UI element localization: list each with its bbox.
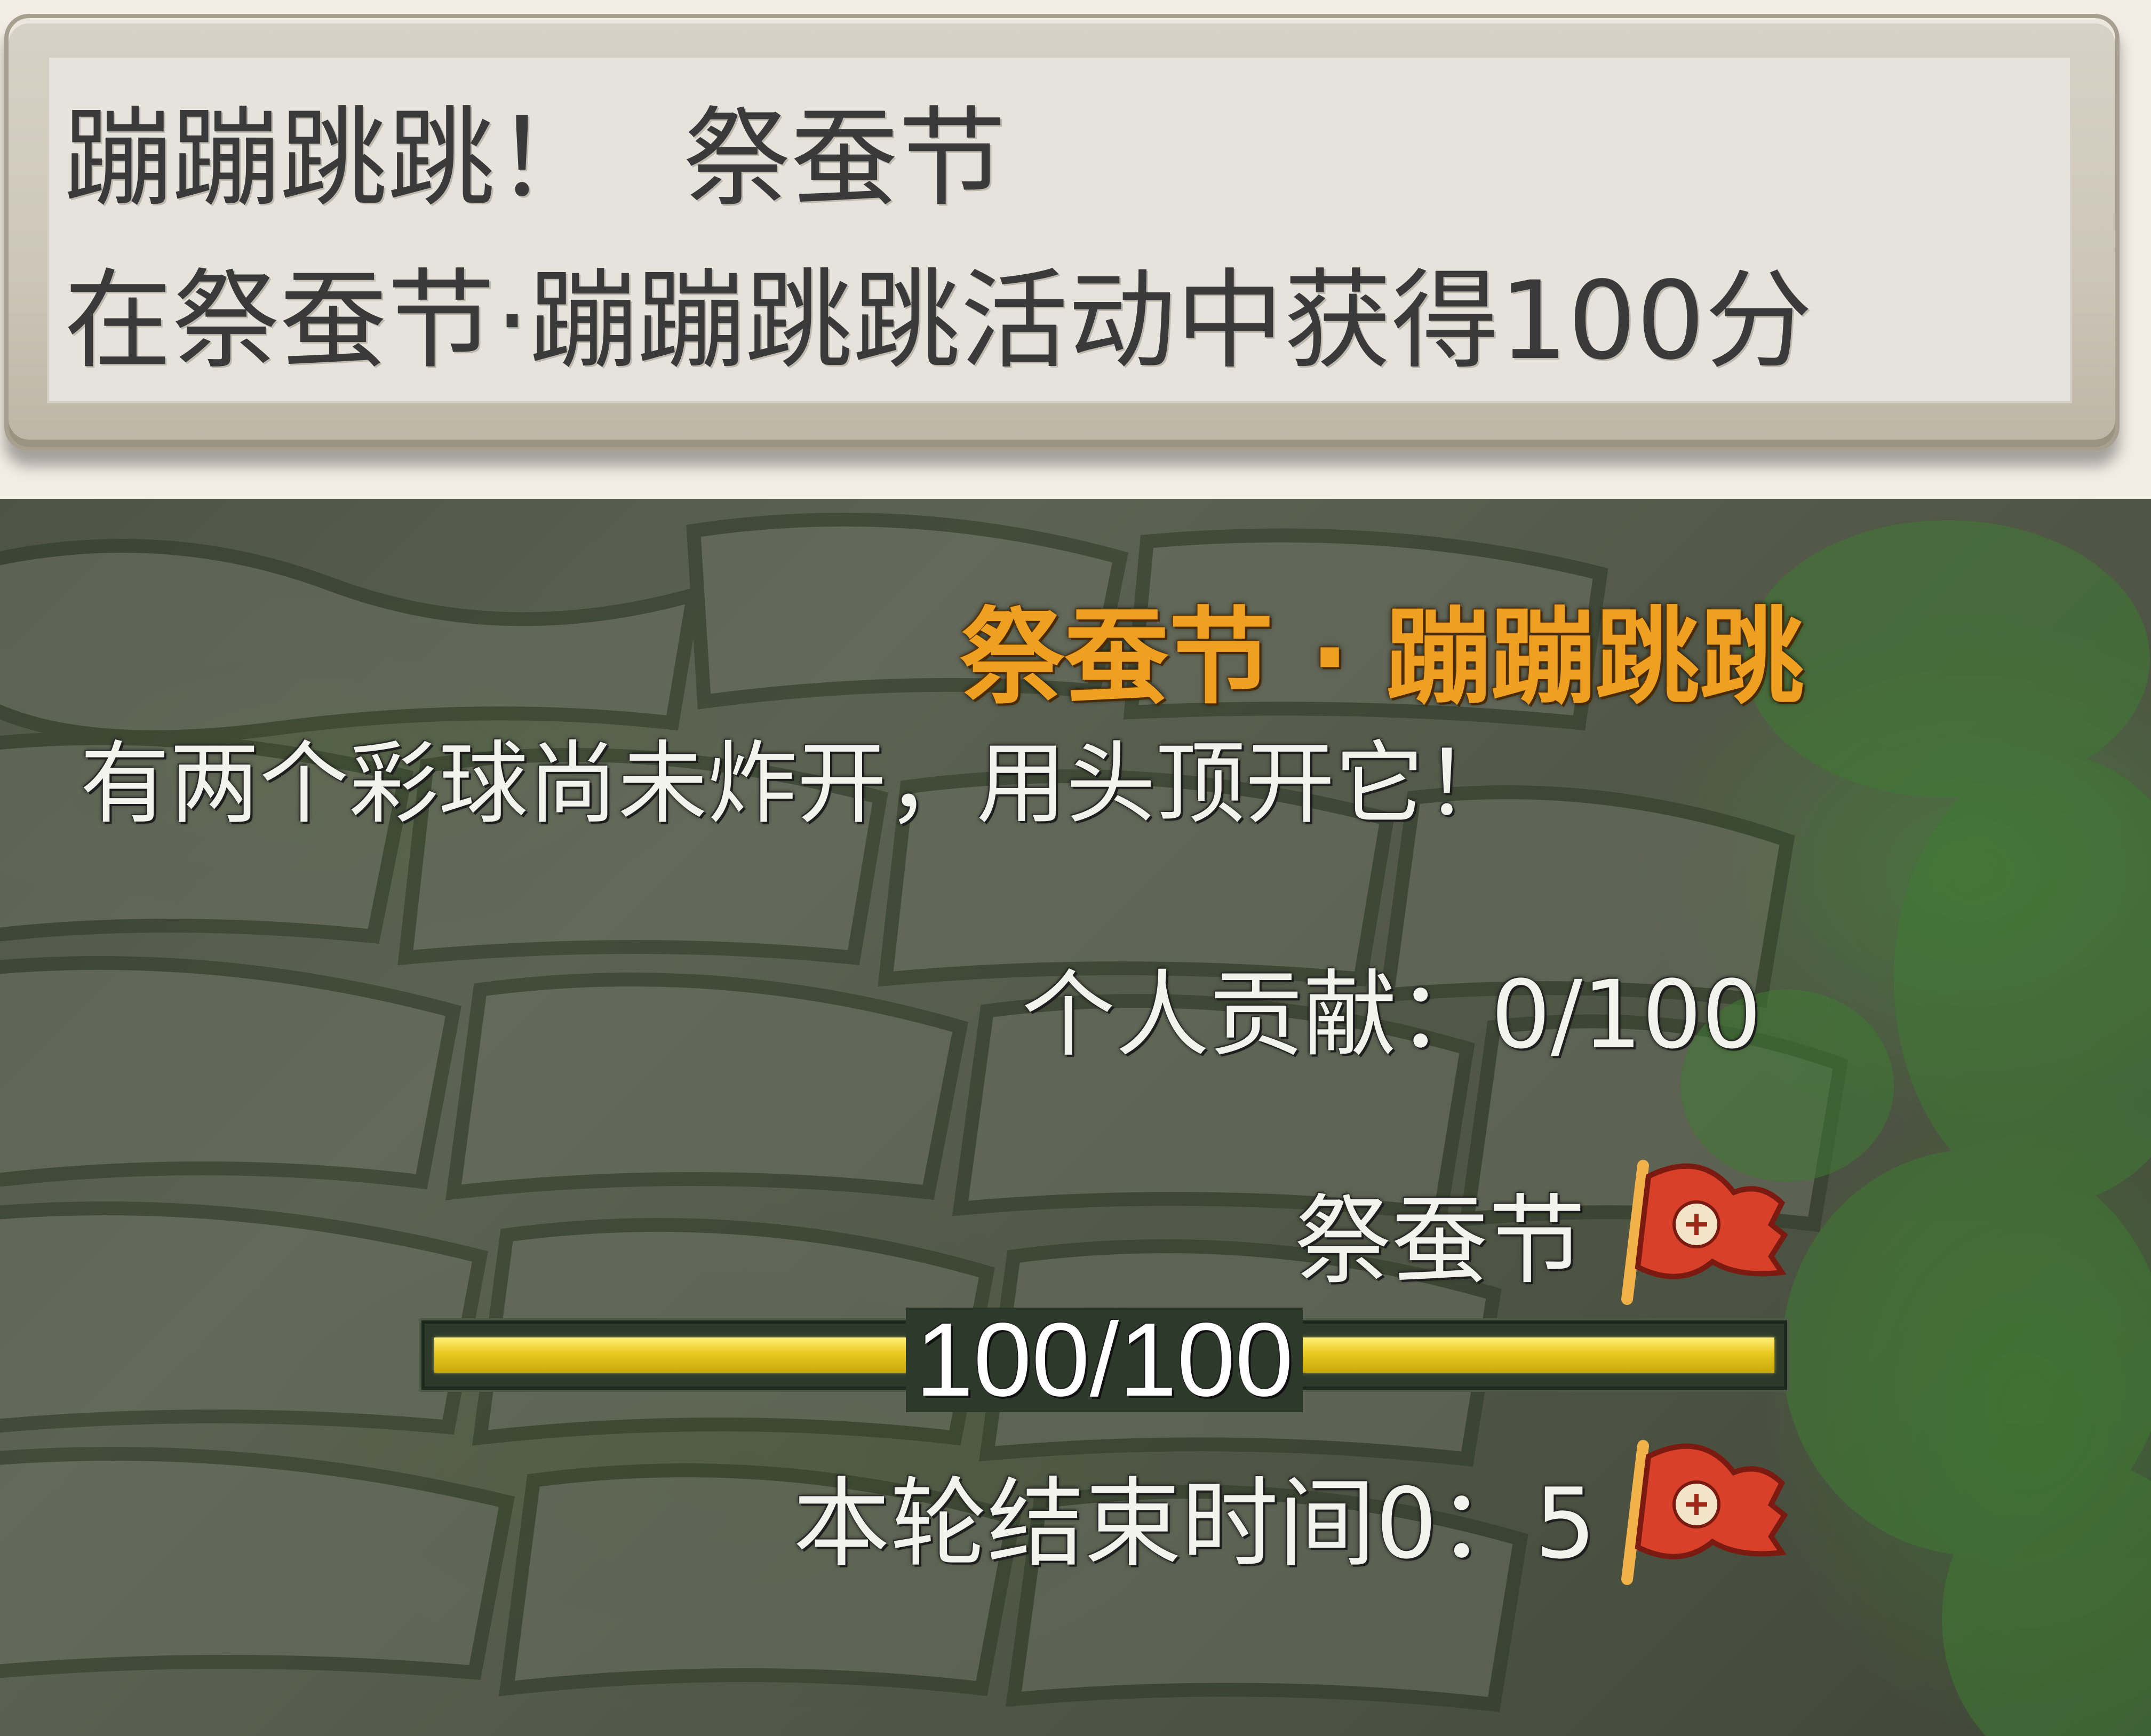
festival-progress-bar: 100/100 [421,1308,1787,1412]
progress-label: 100/100 [425,1308,1784,1412]
achievement-name: 蹦蹦跳跳！ [64,95,603,221]
achievement-description: 在祭蚕节·蹦蹦跳跳活动中获得100分 [64,258,1813,384]
festival-label: 祭蚕节 [1294,1184,1586,1297]
game-scene: 祭蚕节 · 蹦蹦跳跳 有两个彩球尚未炸开，用头顶开它！ 个人贡献：0/100 祭… [0,499,2151,1736]
event-title: 祭蚕节 · 蹦蹦跳跳 [960,597,1804,719]
round-end-timer: 本轮结束时间0：5 [793,1467,1596,1580]
red-banner-icon [1621,1160,1788,1305]
progress-value: 100/100 [905,1308,1303,1412]
game-screen: 蹦蹦跳跳！ 祭蚕节 在祭蚕节·蹦蹦跳跳活动中获得100分 祭蚕节 · 蹦蹦跳跳 … [0,0,2151,1736]
achievement-tooltip-area: 蹦蹦跳跳！ 祭蚕节 在祭蚕节·蹦蹦跳跳活动中获得100分 [0,0,2151,499]
achievement-event: 祭蚕节 [683,95,1006,221]
event-message: 有两个彩球尚未炸开，用头顶开它！ [80,731,1514,836]
red-banner-icon [1621,1440,1788,1585]
achievement-title: 蹦蹦跳跳！ 祭蚕节 [64,105,1006,212]
personal-contribution: 个人贡献：0/100 [1021,960,1762,1070]
